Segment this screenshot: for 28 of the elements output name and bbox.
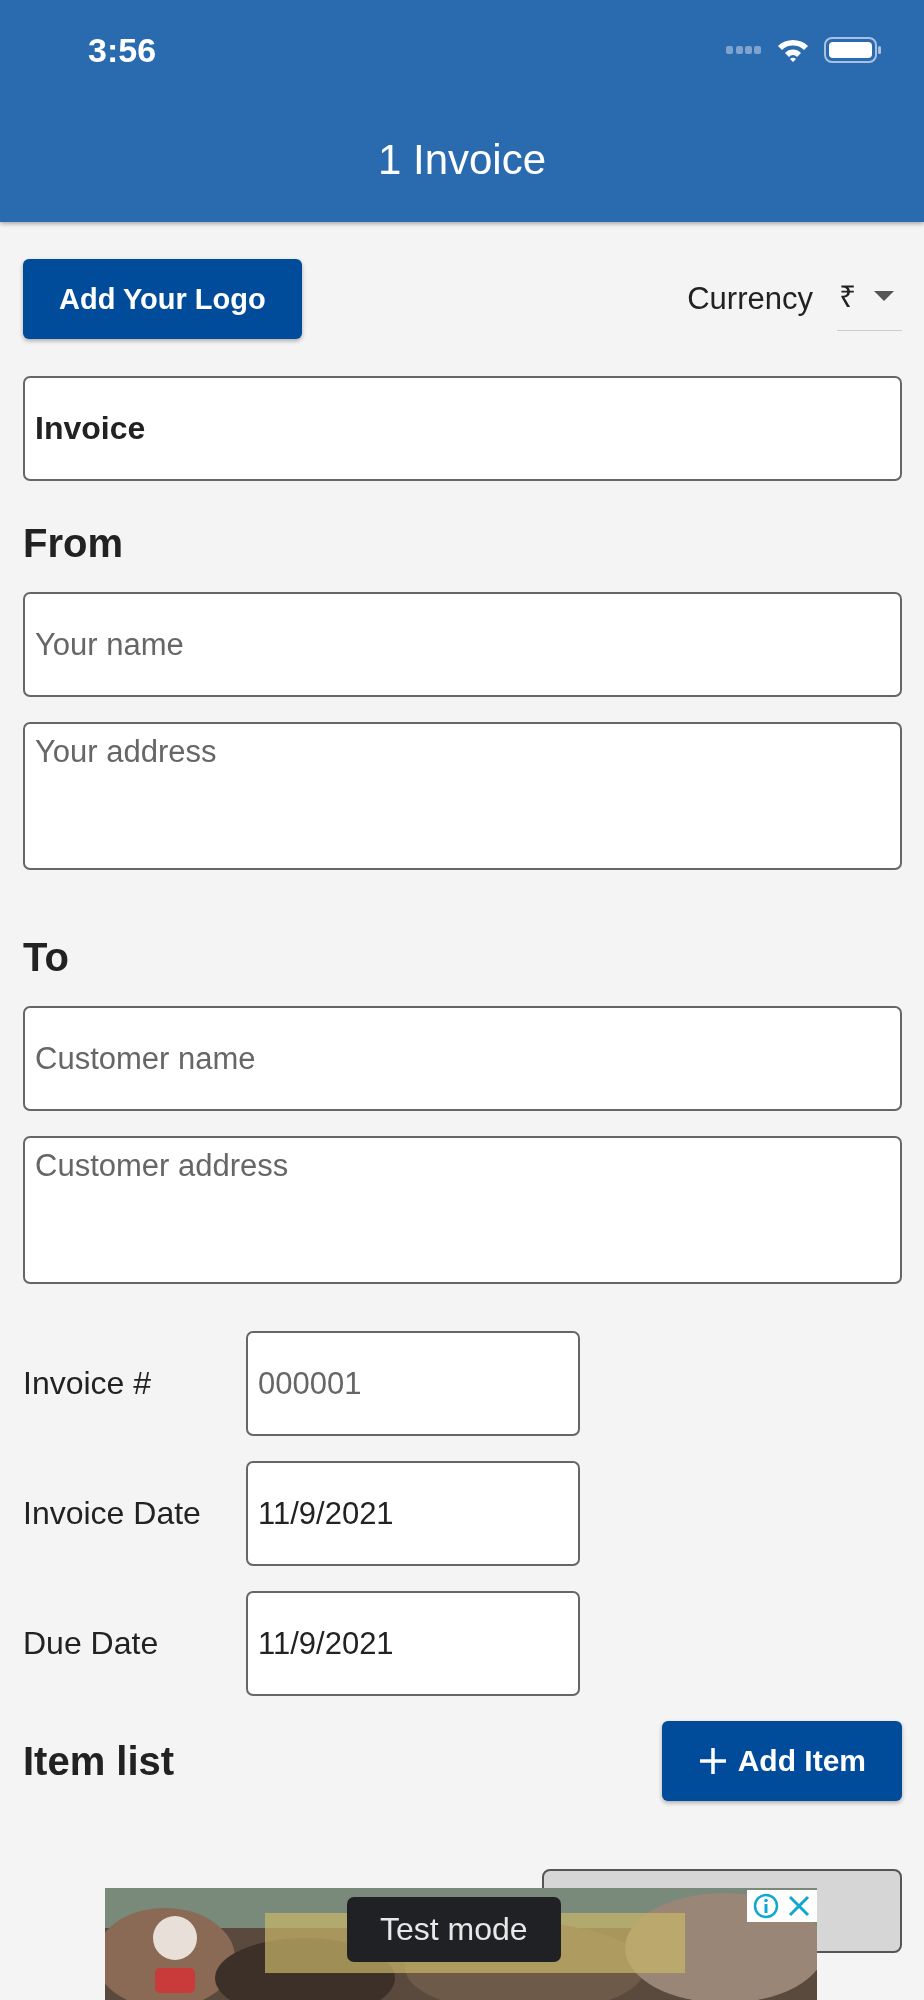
plus-icon [697, 1746, 728, 1776]
invoice-title-field[interactable]: Invoice [23, 376, 902, 481]
status-time: 3:56 [88, 30, 157, 70]
add-item-button[interactable]: Add Item [661, 1721, 902, 1801]
info-icon[interactable] [753, 1893, 779, 1919]
field-label: Invoice # [23, 1363, 153, 1403]
section-heading: To [23, 935, 70, 980]
input-field[interactable]: Your name [23, 592, 902, 697]
textarea-field[interactable]: Customer address [23, 1136, 902, 1284]
signal-icon [726, 45, 762, 55]
close-icon[interactable] [787, 1894, 811, 1918]
currency-label: Currency [687, 281, 813, 317]
wifi-icon [776, 37, 810, 63]
screen-title: 1 Invoice [376, 135, 548, 184]
input-field[interactable]: 11/9/2021 [246, 1591, 580, 1696]
input-field[interactable]: Customer name [23, 1006, 902, 1111]
input-field[interactable]: 11/9/2021 [246, 1461, 580, 1566]
caret-icon [874, 290, 894, 301]
section-heading: From [23, 521, 124, 566]
input-field[interactable]: 000001 [246, 1331, 580, 1436]
battery-icon [824, 37, 882, 63]
field-label: Due Date [23, 1623, 160, 1663]
textarea-field[interactable]: Your address [23, 722, 902, 870]
add-logo-button[interactable]: Add Your Logo [23, 259, 302, 339]
currency-dropdown[interactable]: ₹ [837, 267, 902, 331]
section-heading: Item list [23, 1738, 175, 1784]
test-mode-badge: Test mode [347, 1897, 561, 1962]
field-label: Invoice Date [23, 1493, 202, 1533]
